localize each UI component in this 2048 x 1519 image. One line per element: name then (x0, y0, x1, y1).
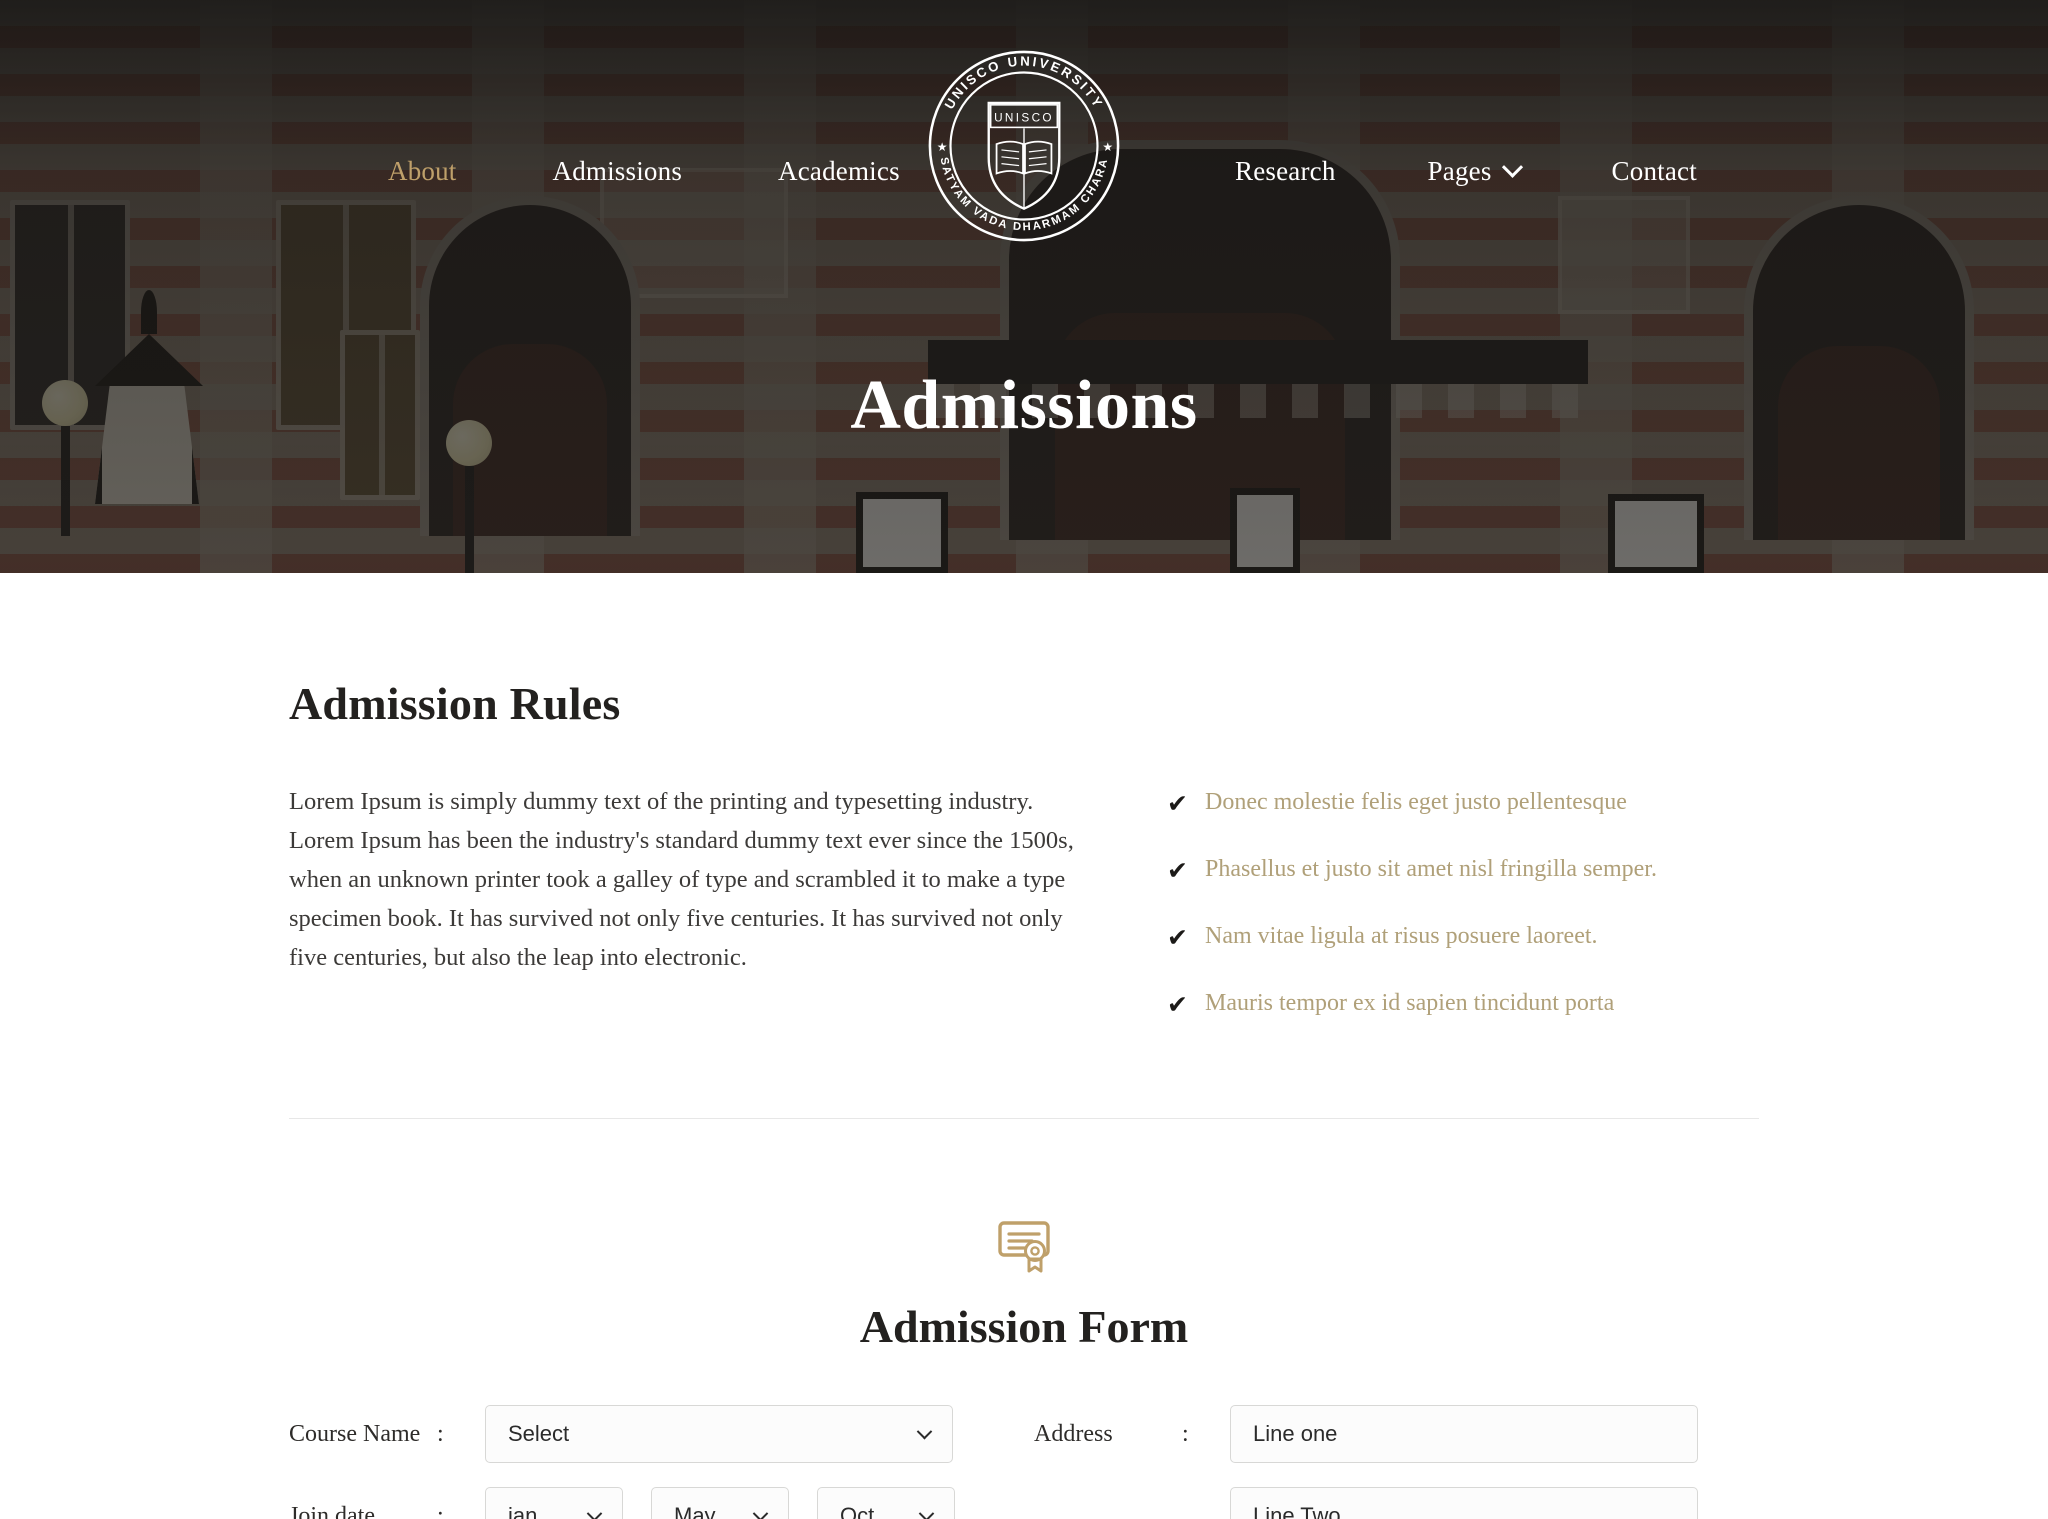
nav-item-academics-label: Academics (778, 156, 900, 186)
join-date-month-select-2[interactable]: May (651, 1487, 789, 1519)
course-name-row: Course Name : Select (289, 1405, 1024, 1463)
nav-item-admissions[interactable]: Admissions (553, 156, 683, 187)
nav-item-research-label: Research (1235, 156, 1336, 186)
join-date-label: Join date (289, 1502, 375, 1519)
nav-left-group: About Admissions Academics (388, 156, 900, 187)
join-date-month-select-3[interactable]: Oct (817, 1487, 955, 1519)
list-item-label: Nam vitae ligula at risus posuere laoree… (1205, 923, 1598, 949)
list-item-label: Phasellus et justo sit amet nisl fringil… (1205, 856, 1657, 882)
join-date-separator: : (437, 1502, 444, 1519)
admission-rules-list: ✔ Donec molestie felis eget justo pellen… (1089, 782, 1759, 1056)
nav-item-pages-label: Pages (1427, 156, 1492, 186)
chevron-down-icon (586, 1505, 603, 1519)
address-line-one-value: Line one (1253, 1421, 1338, 1446)
chevron-down-icon (752, 1505, 769, 1519)
nav-right-group: Research Pages Contact (1235, 156, 1697, 187)
nav-item-contact-label: Contact (1611, 156, 1697, 186)
join-date-month-select-1[interactable]: jan (485, 1487, 623, 1519)
list-item: ✔ Phasellus et justo sit amet nisl fring… (1167, 855, 1759, 884)
nav-item-about-label: About (388, 156, 457, 186)
admission-rules-text-column: Lorem Ipsum is simply dummy text of the … (289, 782, 1089, 1056)
admission-form: Course Name : Select Join date : jan May… (289, 1405, 1759, 1519)
join-date-row: Join date : jan May Oct (289, 1487, 1024, 1519)
address-line-one-input[interactable]: Line one (1230, 1405, 1698, 1463)
check-icon: ✔ (1167, 858, 1188, 885)
nav-item-academics[interactable]: Academics (778, 156, 900, 187)
nav-item-about[interactable]: About (388, 156, 457, 187)
address-separator: : (1182, 1420, 1189, 1447)
form-left-column: Course Name : Select Join date : jan May… (289, 1405, 1024, 1519)
admission-rules-paragraph: Lorem Ipsum is simply dummy text of the … (289, 788, 1074, 971)
list-item-label: Mauris tempor ex id sapien tincidunt por… (1205, 990, 1615, 1016)
course-name-select[interactable]: Select (485, 1405, 953, 1463)
join-date-month-value-1: jan (508, 1503, 538, 1519)
nav-item-contact[interactable]: Contact (1612, 156, 1697, 187)
page-title: Admissions (850, 367, 1198, 444)
address-label: Address (1034, 1420, 1113, 1447)
course-name-separator: : (437, 1420, 444, 1447)
address-line-two-input[interactable]: Line Two (1230, 1487, 1698, 1519)
certificate-icon (994, 1215, 1054, 1280)
address-line-two-value: Line Two (1253, 1503, 1341, 1519)
address-row: Address : Line one (1034, 1405, 1759, 1463)
nav-item-pages[interactable]: Pages (1427, 156, 1523, 187)
check-icon: ✔ (1167, 791, 1188, 818)
chevron-down-icon (1501, 156, 1523, 178)
list-item: ✔ Mauris tempor ex id sapien tincidunt p… (1167, 989, 1759, 1018)
course-name-value: Select (508, 1421, 570, 1446)
check-icon: ✔ (1167, 992, 1188, 1019)
nav-item-research[interactable]: Research (1235, 156, 1336, 187)
seal-star-left: ★ (937, 141, 948, 154)
form-right-column: Address : Line one Line Two (1024, 1405, 1759, 1519)
page-content: Admission Rules Lorem Ipsum is simply du… (0, 573, 2048, 1519)
check-icon: ✔ (1167, 925, 1188, 952)
join-date-month-value-2: May (674, 1503, 716, 1519)
join-date-month-value-3: Oct (840, 1503, 875, 1519)
list-item: ✔ Nam vitae ligula at risus posuere laor… (1167, 922, 1759, 951)
course-name-label: Course Name (289, 1420, 421, 1447)
list-item: ✔ Donec molestie felis eget justo pellen… (1167, 788, 1759, 817)
address-line-two-row: Line Two (1034, 1487, 1759, 1519)
list-item-label: Donec molestie felis eget justo pellente… (1205, 789, 1627, 815)
admission-form-heading: Admission Form (859, 1301, 1189, 1352)
admission-form-section: Admission Form Course Name : Select Join… (289, 1119, 1759, 1519)
chevron-down-icon (916, 1423, 933, 1439)
seal-shield-text: UNISCO (994, 112, 1054, 125)
main-navigation: About Admissions Academics Research Page… (0, 0, 2048, 248)
university-seal-icon[interactable]: UNISCO UNIVERSITY SATYAM VADA DHARMAM CH… (926, 48, 1122, 244)
nav-item-admissions-label: Admissions (552, 156, 683, 186)
chevron-down-icon (918, 1505, 935, 1519)
admission-rules-section: Admission Rules Lorem Ipsum is simply du… (289, 573, 1759, 1119)
hero-banner: About Admissions Academics Research Page… (0, 0, 2048, 573)
seal-star-right: ★ (1102, 141, 1113, 154)
admission-rules-heading: Admission Rules (289, 678, 621, 729)
